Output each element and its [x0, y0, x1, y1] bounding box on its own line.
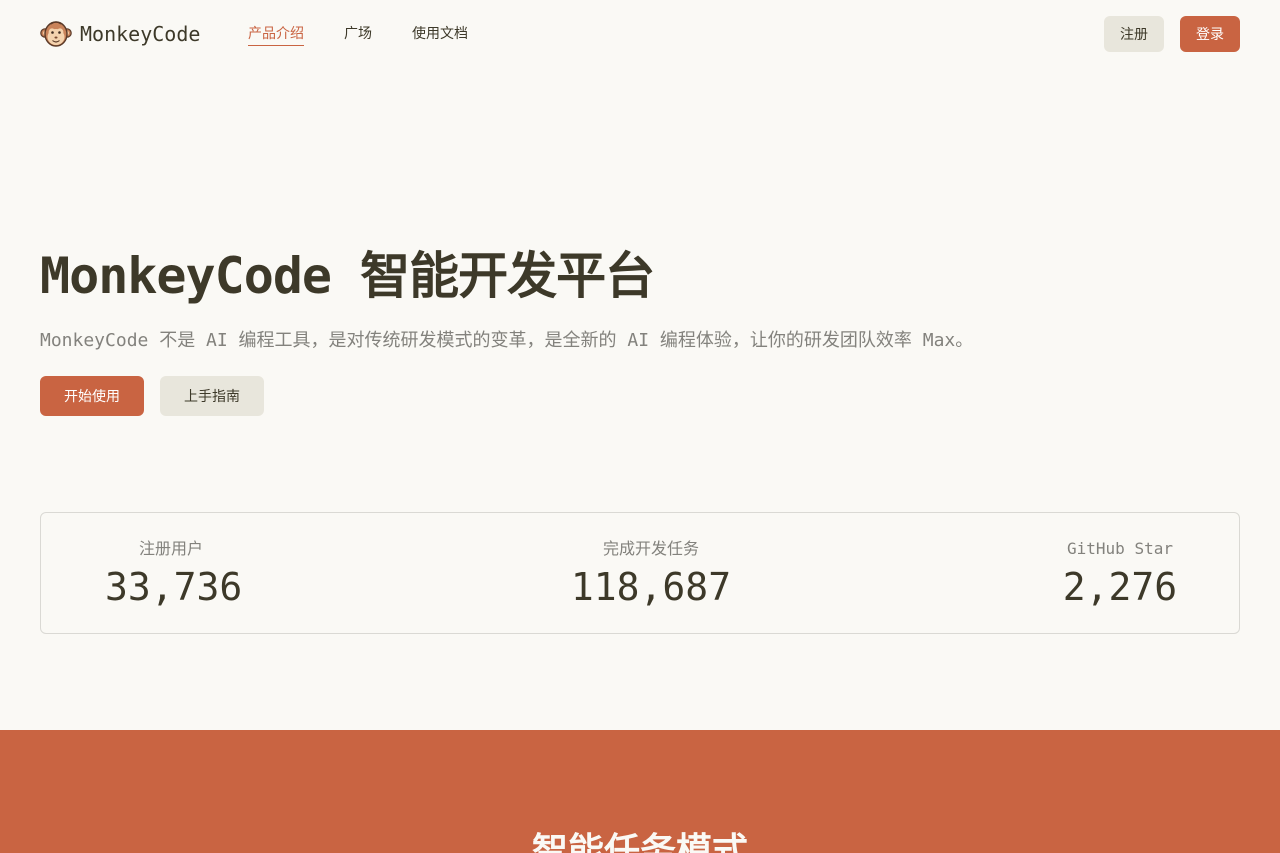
guide-button[interactable]: 上手指南 — [160, 376, 264, 416]
stat-label: 完成开发任务 — [602, 539, 699, 558]
stat-github-stars: GitHub Star 2,276 — [1055, 537, 1185, 613]
top-header: MonkeyCode 产品介绍 广场 使用文档 注册 登录 — [0, 0, 1280, 68]
main-nav: 产品介绍 广场 使用文档 — [248, 24, 508, 46]
hero-subtitle: MonkeyCode 不是 AI 编程工具，是对传统研发模式的变革，是全新的 A… — [40, 330, 974, 351]
stat-value: 118,687 — [570, 565, 732, 609]
start-button[interactable]: 开始使用 — [40, 376, 144, 416]
nav-item-plaza[interactable]: 广场 — [344, 24, 372, 46]
login-button[interactable]: 登录 — [1180, 16, 1240, 52]
register-button[interactable]: 注册 — [1104, 16, 1164, 52]
nav-item-docs[interactable]: 使用文档 — [412, 24, 468, 46]
stat-value: 2,276 — [1062, 565, 1178, 609]
logo[interactable]: MonkeyCode — [40, 18, 200, 50]
stat-registered-users: 注册用户 33,736 — [105, 537, 243, 613]
stat-label: GitHub Star — [1067, 539, 1173, 558]
stats-panel: 注册用户 33,736 完成开发任务 118,687 GitHub Star 2… — [40, 512, 1240, 634]
stat-label: 注册用户 — [138, 539, 203, 558]
stat-completed-tasks: 完成开发任务 118,687 — [569, 537, 733, 613]
logo-text: MonkeyCode — [80, 22, 201, 46]
nav-item-product-intro[interactable]: 产品介绍 — [248, 24, 304, 46]
section-title: 智能任务模式 — [531, 831, 748, 853]
monkey-face-icon — [40, 18, 72, 50]
hero-title: MonkeyCode 智能开发平台 — [40, 247, 655, 305]
stat-value: 33,736 — [105, 565, 243, 609]
feature-section: 智能任务模式 — [0, 730, 1280, 853]
